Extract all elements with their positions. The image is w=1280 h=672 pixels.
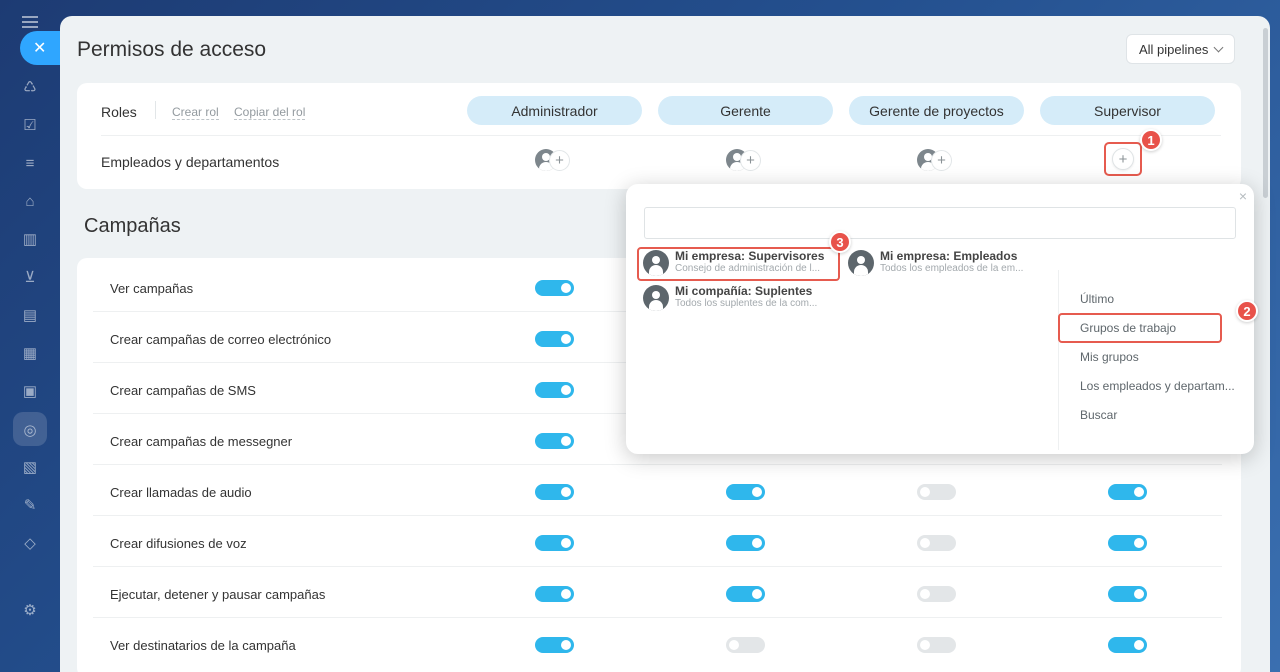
role-administrador[interactable]: Administrador <box>467 96 642 125</box>
assign-members-administrador[interactable]: + <box>535 148 575 174</box>
toggle-switch[interactable] <box>726 637 765 653</box>
create-role-link[interactable]: Crear rol <box>172 105 219 120</box>
plus-icon[interactable]: + <box>931 150 952 171</box>
toggle-switch[interactable] <box>726 484 765 500</box>
table-row: Ver destinatarios de la campaña <box>93 618 1222 669</box>
toggle-switch[interactable] <box>535 637 574 653</box>
entity-title: Mi compañía: Suplentes <box>675 284 813 298</box>
entity-item-empleados[interactable]: Mi empresa: Empleados Todos los empleado… <box>848 248 1038 278</box>
permission-label: Ver destinatarios de la campaña <box>110 638 296 653</box>
box-icon[interactable]: ◇ <box>20 533 40 553</box>
menu-icon[interactable] <box>22 16 38 31</box>
annotation-badge-3: 3 <box>829 231 851 253</box>
employees-departments-label: Empleados y departamentos <box>101 154 280 170</box>
entity-item-suplentes[interactable]: Mi compañía: Suplentes Todos los suplent… <box>643 283 833 313</box>
tabs-separator <box>1058 270 1059 450</box>
toggle-switch[interactable] <box>1108 484 1147 500</box>
close-icon[interactable]: × <box>1239 188 1247 204</box>
plus-icon[interactable]: + <box>549 150 570 171</box>
funnel-icon[interactable]: ≡ <box>20 153 40 173</box>
robot-icon[interactable]: ⌂ <box>20 191 40 211</box>
entity-title: Mi empresa: Empleados <box>880 249 1018 263</box>
permission-label: Ver campañas <box>110 281 194 296</box>
document-icon[interactable]: ▧ <box>20 457 40 477</box>
sign-icon[interactable]: ✎ <box>20 495 40 515</box>
roles-label: Roles <box>101 104 137 120</box>
plus-icon: + <box>1112 148 1134 170</box>
annotation-badge-2: 2 <box>1236 300 1258 322</box>
entity-subtitle: Todos los suplentes de la com... <box>675 298 818 309</box>
toggle-switch[interactable] <box>917 637 956 653</box>
toggle-switch[interactable] <box>726 586 765 602</box>
role-gerente-de-proyectos[interactable]: Gerente de proyectos <box>849 96 1024 125</box>
tab-grupos-de-trabajo[interactable]: Grupos de trabajo <box>1080 321 1176 335</box>
store-icon[interactable]: ▣ <box>20 381 40 401</box>
toggle-switch[interactable] <box>1108 637 1147 653</box>
tasks-icon[interactable]: ☑ <box>20 115 40 135</box>
roles-card: Roles Crear rol Copiar del rol Administr… <box>77 83 1241 189</box>
toggle-switch[interactable] <box>917 484 956 500</box>
tab-ultimo[interactable]: Último <box>1080 292 1114 306</box>
role-gerente[interactable]: Gerente <box>658 96 833 125</box>
page-title: Permisos de acceso <box>77 38 267 61</box>
group-avatar-icon <box>848 250 874 276</box>
tab-buscar[interactable]: Buscar <box>1080 408 1117 422</box>
chevron-down-icon <box>1213 42 1224 52</box>
permission-label: Crear campañas de SMS <box>110 383 256 398</box>
toggle-switch[interactable] <box>535 433 574 449</box>
table-row: Crear llamadas de audio <box>93 465 1222 516</box>
permission-label: Crear campañas de messegner <box>110 434 293 449</box>
toggle-switch[interactable] <box>1108 535 1147 551</box>
toggle-switch[interactable] <box>535 586 574 602</box>
toggle-switch[interactable] <box>917 535 956 551</box>
annotation-badge-1: 1 <box>1140 129 1162 151</box>
toggle-switch[interactable] <box>535 280 574 296</box>
settings-icon[interactable]: ⚙ <box>20 600 40 620</box>
copy-role-link[interactable]: Copiar del rol <box>234 105 306 120</box>
assign-members-gerente[interactable]: + <box>726 148 766 174</box>
toggle-switch[interactable] <box>726 535 765 551</box>
pipelines-label: All pipelines <box>1139 41 1209 57</box>
scrollbar[interactable] <box>1263 28 1268 198</box>
pipelines-dropdown[interactable]: All pipelines <box>1126 34 1236 64</box>
cart-icon[interactable]: ⊻ <box>20 267 40 287</box>
analytics-icon[interactable]: ▥ <box>20 229 40 249</box>
permission-label: Crear difusiones de voz <box>110 536 247 551</box>
permission-label: Ejecutar, detener y pausar campañas <box>110 587 326 602</box>
toggle-switch[interactable] <box>917 586 956 602</box>
plus-icon[interactable]: + <box>740 150 761 171</box>
contact-card-icon[interactable]: ▤ <box>20 305 40 325</box>
toggle-switch[interactable] <box>535 484 574 500</box>
role-supervisor[interactable]: Supervisor <box>1040 96 1215 125</box>
toggle-switch[interactable] <box>535 382 574 398</box>
assign-members-gerente-de-proyectos[interactable]: + <box>917 148 957 174</box>
permission-label: Crear llamadas de audio <box>110 485 252 500</box>
toggle-switch[interactable] <box>535 331 574 347</box>
entity-subtitle: Todos los empleados de la em... <box>880 263 1024 274</box>
marketing-icon[interactable]: ◎ <box>20 420 40 440</box>
toggle-switch[interactable] <box>535 535 574 551</box>
roles-separator <box>155 101 156 119</box>
table-row: Ejecutar, detener y pausar campañas <box>93 567 1222 618</box>
assign-members-supervisor-button[interactable]: + <box>1104 142 1142 176</box>
left-sidebar: ✕ ♺ ☑ ≡ ⌂ ▥ ⊻ ▤ ▦ ▣ ◎ ▧ ✎ ◇ ⚙ <box>0 0 64 672</box>
highlight-supervisores <box>637 247 840 281</box>
roles-divider <box>101 135 1221 136</box>
tab-mis-grupos[interactable]: Mis grupos <box>1080 350 1139 364</box>
close-slider-button[interactable]: ✕ <box>20 31 64 65</box>
campaigns-section-title: Campañas <box>84 215 181 237</box>
table-row: Crear difusiones de voz <box>93 516 1222 567</box>
toggle-switch[interactable] <box>1108 586 1147 602</box>
crm-icon[interactable]: ♺ <box>20 77 40 97</box>
group-avatar-icon <box>643 285 669 311</box>
calendar-icon[interactable]: ▦ <box>20 343 40 363</box>
permission-label: Crear campañas de correo electrónico <box>110 332 332 347</box>
search-input[interactable] <box>644 207 1236 239</box>
tab-empleados-departamentos[interactable]: Los empleados y departam... <box>1080 379 1235 393</box>
